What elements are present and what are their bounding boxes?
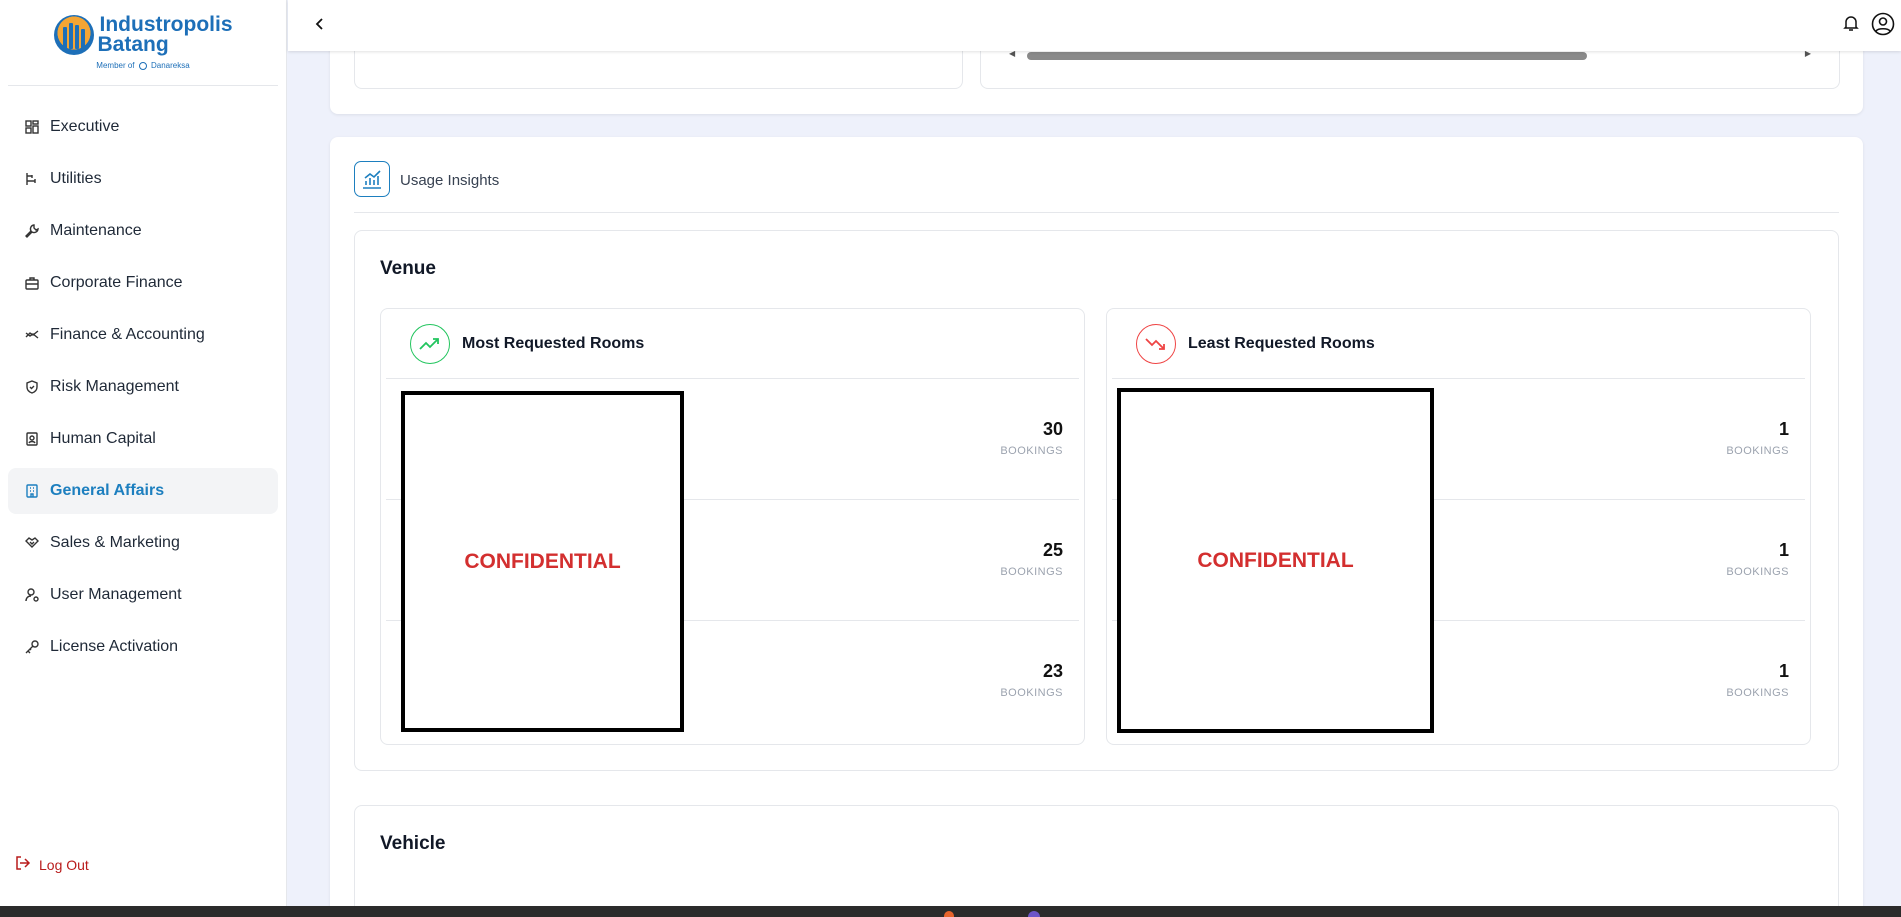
booking-unit: BOOKINGS [1726, 687, 1789, 699]
sidebar-item-maintenance[interactable]: Maintenance [8, 208, 278, 254]
booking-unit: BOOKINGS [1726, 566, 1789, 578]
booking-count: 23 [1042, 661, 1063, 681]
top-bar [288, 0, 1901, 51]
sidebar-item-label: Maintenance [50, 222, 142, 239]
brand-name-line2: Batang [97, 33, 169, 56]
sidebar: Industropolis Batang Member of Danareksa… [0, 0, 287, 906]
usage-insights-header: Usage Insights [354, 161, 1839, 213]
sidebar-item-sales-marketing[interactable]: Sales & Marketing [8, 520, 278, 566]
panel-title: Most Requested Rooms [462, 334, 645, 352]
os-taskbar [0, 906, 1901, 917]
sidebar-item-label: General Affairs [50, 482, 165, 499]
confidential-redaction: CONFIDENTIAL [401, 391, 684, 732]
sidebar-item-label: Executive [50, 118, 120, 135]
booking-count: 30 [1042, 419, 1063, 439]
panel-header: Least Requested Rooms [1112, 309, 1805, 379]
bell-icon[interactable] [1843, 14, 1859, 37]
booking-count: 1 [1778, 661, 1789, 681]
booking-count: 25 [1042, 540, 1063, 560]
shield-icon [24, 379, 40, 395]
brand-logo[interactable]: Industropolis Batang Member of Danareksa [8, 0, 278, 86]
partner-logo-icon [138, 61, 147, 70]
sidebar-item-label: Risk Management [50, 378, 179, 395]
trending-down-icon [1136, 323, 1176, 364]
sidebar-item-label: User Management [50, 586, 182, 603]
sidebar-item-executive[interactable]: Executive [8, 104, 278, 150]
sidebar-item-finance-accounting[interactable]: Finance & Accounting [8, 312, 278, 358]
user-cog-icon [24, 587, 40, 603]
booking-unit: BOOKINGS [1000, 687, 1063, 699]
taskbar-app-icon[interactable] [1028, 911, 1040, 917]
booking-count: 1 [1778, 540, 1789, 560]
sidebar-item-label: Sales & Marketing [50, 534, 180, 551]
usage-insights-title: Usage Insights [400, 172, 500, 189]
sidebar-item-label: Utilities [50, 170, 102, 187]
chevron-left-icon[interactable] [314, 15, 326, 36]
sidebar-item-human-capital[interactable]: Human Capital [8, 416, 278, 462]
sidebar-item-label: Human Capital [50, 430, 156, 447]
sidebar-item-user-management[interactable]: User Management [8, 572, 278, 618]
sidebar-item-utilities[interactable]: Utilities [8, 156, 278, 202]
vehicle-title: Vehicle [380, 833, 446, 854]
sidebar-item-label: License Activation [50, 638, 179, 655]
trending-up-icon [410, 323, 450, 364]
sidebar-item-license-activation[interactable]: License Activation [8, 624, 278, 670]
briefcase-icon [24, 275, 40, 291]
booking-unit: BOOKINGS [1726, 445, 1789, 457]
confidential-redaction: CONFIDENTIAL [1117, 388, 1434, 733]
user-circle-icon[interactable] [1871, 12, 1895, 41]
coins-icon [24, 327, 40, 343]
logout-icon [15, 855, 31, 874]
logout-label: Log Out [39, 856, 89, 873]
taskbar-app-icon[interactable] [944, 911, 954, 917]
sidebar-item-label: Corporate Finance [50, 274, 183, 291]
logout-button[interactable]: Log Out [15, 855, 89, 874]
panel-header: Most Requested Rooms [386, 309, 1079, 379]
horizontal-scrollbar[interactable] [1027, 52, 1587, 60]
brand-partner: Danareksa [151, 61, 190, 70]
booking-unit: BOOKINGS [1000, 445, 1063, 457]
sidebar-item-general-affairs[interactable]: General Affairs [8, 468, 278, 514]
sidebar-item-corporate-finance[interactable]: Corporate Finance [8, 260, 278, 306]
brand-logo-icon [53, 15, 94, 55]
chart-icon [354, 161, 390, 197]
vehicle-section: Vehicle [354, 805, 1839, 917]
brand-name-line1: Industropolis [99, 13, 233, 36]
booking-unit: BOOKINGS [1000, 566, 1063, 578]
brand-tagline-text: Member of [96, 61, 135, 70]
handshake-icon [24, 535, 40, 551]
sidebar-item-risk-management[interactable]: Risk Management [8, 364, 278, 410]
panel-title: Least Requested Rooms [1188, 334, 1375, 352]
badge-icon [24, 431, 40, 447]
venue-title: Venue [380, 258, 436, 279]
booking-count: 1 [1778, 419, 1789, 439]
brand-tagline: Member of Danareksa [96, 61, 189, 70]
dashboard-icon [24, 119, 40, 135]
sidebar-nav: Executive Utilities Maintenance Corporat… [0, 104, 286, 670]
utilities-icon [24, 171, 40, 187]
building-icon [24, 483, 40, 499]
sidebar-item-label: Finance & Accounting [50, 326, 205, 343]
wrench-icon [24, 223, 40, 239]
key-icon [24, 639, 40, 655]
